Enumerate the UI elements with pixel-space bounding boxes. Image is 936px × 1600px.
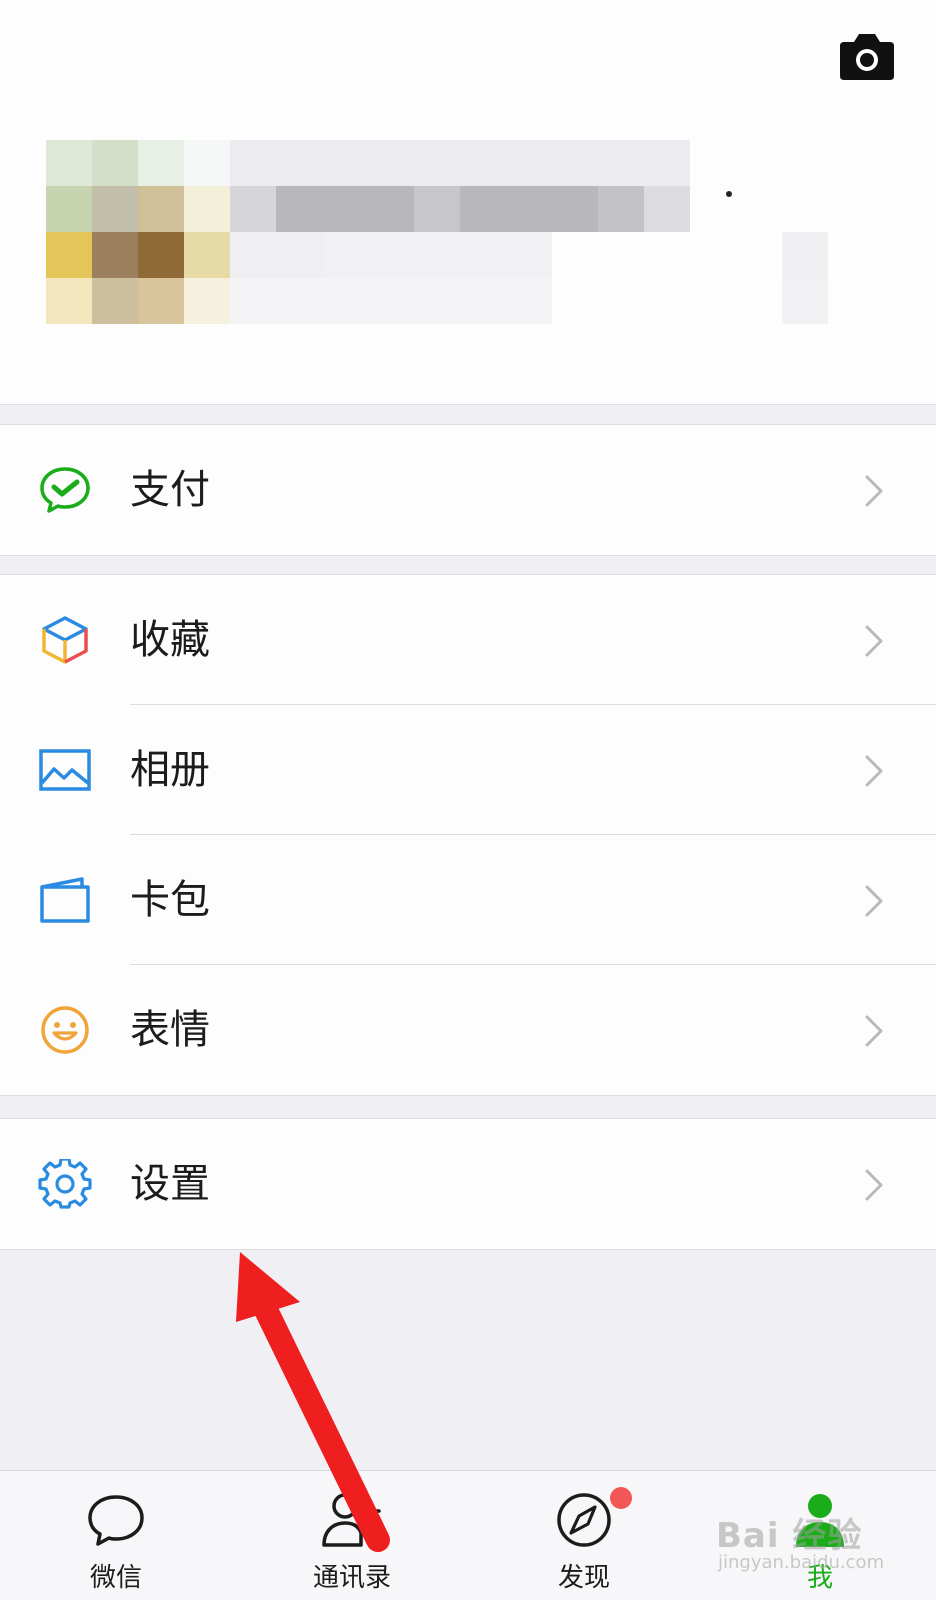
menu-item-label: 支付 [130,467,210,513]
wechat-pay-icon [40,467,90,513]
notification-dot [610,1487,632,1509]
menu-item-card-wallet[interactable]: 卡包 [0,835,936,965]
me-page: 支付 收藏 相册 卡包 表情 设置 微信 通讯录 发现 我 Bai 经验 jin… [0,0,936,1600]
menu-item-label: 表情 [130,1007,210,1053]
camera-icon[interactable] [838,30,896,82]
chat-bubble-icon [88,1495,144,1546]
tab-chats[interactable]: 微信 [36,1471,196,1600]
tab-label: 微信 [89,1563,142,1593]
chevron-right-icon [865,1169,883,1201]
menu-group-pay: 支付 [0,424,936,556]
contacts-icon [322,1493,381,1547]
chevron-right-icon [865,755,883,787]
gear-icon [38,1159,92,1209]
profile-dot [726,191,732,197]
menu-item-label: 卡包 [130,877,210,923]
blurred-profile-avatar-and-name [46,140,936,330]
compass-icon [557,1493,611,1547]
menu-item-pay[interactable]: 支付 [0,425,936,555]
menu-item-label: 相册 [130,747,210,793]
menu-item-label: 收藏 [130,617,210,663]
menu-item-favorites[interactable]: 收藏 [0,575,936,705]
chevron-right-icon [865,885,883,917]
menu-item-settings[interactable]: 设置 [0,1119,936,1249]
menu-item-label: 设置 [130,1161,210,1207]
chevron-right-icon [865,1015,883,1047]
menu-item-album[interactable]: 相册 [0,705,936,835]
tab-label: 发现 [557,1563,610,1593]
card-wallet-icon [40,877,90,923]
me-person-icon [796,1494,844,1547]
tab-discover[interactable]: 发现 [504,1471,664,1600]
tab-me[interactable]: 我 [740,1471,900,1600]
menu-group-content: 收藏 相册 卡包 表情 [0,574,936,1096]
smiley-face-icon [41,1006,89,1054]
profile-header[interactable] [0,0,936,405]
album-picture-icon [39,749,91,791]
chevron-right-icon [865,475,883,507]
favorites-cube-icon [42,616,88,664]
menu-group-settings: 设置 [0,1118,936,1250]
tab-label: 通讯录 [312,1563,391,1593]
bottom-tab-bar: 微信 通讯录 发现 我 [0,1470,936,1600]
tab-label: 我 [806,1563,833,1593]
chevron-right-icon [865,625,883,657]
tab-contacts[interactable]: 通讯录 [272,1471,432,1600]
menu-item-stickers[interactable]: 表情 [0,965,936,1095]
